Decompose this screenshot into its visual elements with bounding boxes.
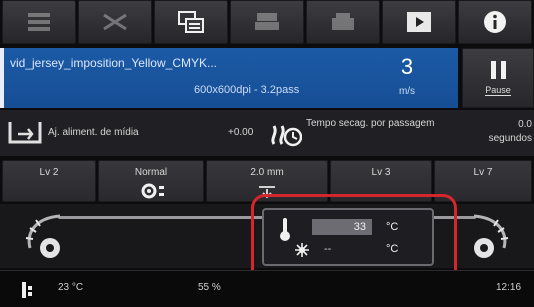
print-settings-icon [255,13,279,30]
preview-icon [407,12,431,32]
media-settings-row: Aj. aliment. de mídia +0.00 Tempo secag.… [0,110,534,156]
print-settings-button[interactable] [230,0,304,44]
drying-time-value[interactable]: 0.0 segundos [478,118,532,146]
pause-label: Pause [485,84,511,96]
printer-button[interactable] [306,0,380,44]
tab-level-mid-label: Lv 3 [371,167,391,178]
drying-seconds-value: 0.0 [518,119,532,130]
job-name: vid_jersey_imposition_Yellow_CMYK... [10,56,217,70]
printer-icon [332,13,354,30]
clock-time: 12:16 [496,282,522,293]
menu-button[interactable] [2,0,76,44]
tab-gap-label: 2.0 mm [250,167,284,178]
menu-list-icon [28,13,50,31]
drying-heat-icon [271,125,302,147]
media-feed-icon [8,122,42,144]
status-bar: 23 °C 55 % 12:16 [0,270,534,307]
media-feed-label: Aj. aliment. de mídia [48,127,139,138]
job-count-unit: m/s [398,86,416,97]
ambient-sensor-icon [22,282,32,298]
info-button[interactable] [458,0,532,44]
right-roller-icon [473,214,509,258]
tab-normal[interactable]: Normal [98,160,204,202]
top-toolbar [0,0,534,46]
job-resolution: 600x600dpi - 3.2pass [194,84,300,96]
job-queue-icon [178,11,204,33]
tab-level-left[interactable]: Lv 2 [2,160,96,202]
pause-button[interactable]: Pause [462,48,534,108]
tab-level-left-label: Lv 2 [39,167,59,178]
media-feed-value[interactable]: +0.00 [228,127,253,138]
drying-time-label: Tempo secag. por passagem [306,118,435,129]
tab-level-right-label: Lv 7 [473,167,493,178]
ambient-temperature: 23 °C [58,282,84,293]
left-roller-icon [25,214,61,258]
drying-seconds-unit: segundos [488,133,532,144]
cutter-icon [103,13,127,31]
pause-icon [490,60,506,79]
job-queue-button[interactable] [154,0,228,44]
fan-icon [141,183,164,199]
preview-button[interactable] [382,0,456,44]
current-job-banner[interactable]: vid_jersey_imposition_Yellow_CMYK... 600… [0,48,458,108]
info-icon [484,11,506,33]
cutter-button[interactable] [78,0,152,44]
job-count: 3 [400,54,414,79]
tab-normal-label: Normal [134,167,168,178]
ambient-humidity: 55 % [198,282,221,293]
